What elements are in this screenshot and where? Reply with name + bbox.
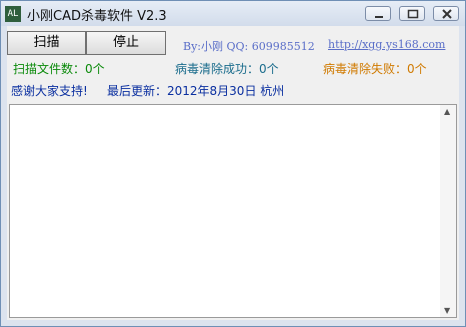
log-textarea[interactable]: ▲ ▼ [9,104,457,318]
close-button[interactable] [433,6,459,21]
thanks-text: 感谢大家支持! [11,84,88,98]
failed-count: 病毒清除失败：0个 [323,62,427,76]
vertical-scrollbar[interactable]: ▲ ▼ [440,105,456,317]
close-icon [442,9,452,19]
maximize-icon [407,9,419,19]
scroll-down-icon[interactable]: ▼ [444,306,450,315]
scanned-count: 扫描文件数：0个 [13,62,105,76]
minimize-icon [375,16,383,18]
author-info: By:小刚 QQ: 609985512 [183,40,315,53]
scroll-up-icon[interactable]: ▲ [444,107,450,116]
website-link[interactable]: http://xgg.ys168.com [328,38,445,51]
minimize-button[interactable] [365,6,391,21]
app-icon: AL [5,6,21,22]
app-window: AL 小刚CAD杀毒软件 V2.3 扫描 停止 By:小刚 QQ: 609985… [0,0,466,327]
maximize-button[interactable] [399,6,425,21]
cleaned-count: 病毒清除成功：0个 [175,62,279,76]
last-update-text: 最后更新：2012年8月30日 杭州 [107,84,285,98]
window-title: 小刚CAD杀毒软件 V2.3 [27,9,167,24]
scan-button[interactable]: 扫描 [7,31,86,55]
title-bar[interactable]: AL 小刚CAD杀毒软件 V2.3 [1,1,465,26]
client-area: 扫描 停止 By:小刚 QQ: 609985512 http://xgg.ys1… [7,26,459,320]
stop-button[interactable]: 停止 [86,31,166,55]
